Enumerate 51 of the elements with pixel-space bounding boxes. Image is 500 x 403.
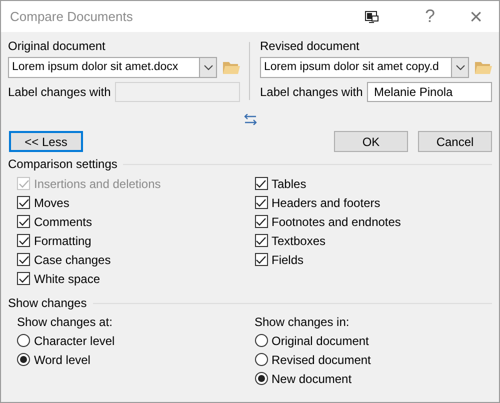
close-button[interactable]: × bbox=[453, 1, 499, 32]
window-title: Compare Documents bbox=[10, 9, 134, 24]
group-subheading: Show changes in: bbox=[254, 314, 350, 331]
dialog-button[interactable]: OK bbox=[334, 131, 408, 152]
dialog-button[interactable]: Cancel bbox=[418, 131, 492, 152]
radio-label[interactable]: New document bbox=[272, 372, 352, 386]
help-button[interactable]: ? bbox=[407, 1, 453, 32]
document-dropdown[interactable]: Lorem ipsum dolor sit amet copy.d bbox=[260, 57, 469, 78]
group-subheading: Show changes at: bbox=[17, 314, 114, 331]
label-input-field[interactable] bbox=[115, 82, 240, 102]
checkbox[interactable] bbox=[17, 196, 30, 209]
checkbox[interactable] bbox=[17, 234, 30, 247]
checkbox-label[interactable]: Comments bbox=[34, 214, 92, 228]
radio-label[interactable]: Revised document bbox=[272, 352, 371, 366]
radio-button[interactable] bbox=[17, 353, 30, 366]
checkbox[interactable] bbox=[17, 253, 30, 266]
section-heading: Revised document bbox=[260, 38, 360, 54]
document-dropdown[interactable]: Lorem ipsum dolor sit amet.docx bbox=[8, 57, 217, 78]
checkbox-label[interactable]: White space bbox=[34, 272, 100, 286]
checkbox[interactable] bbox=[254, 234, 268, 247]
radio-label[interactable]: Character level bbox=[34, 334, 115, 348]
checkbox-label[interactable]: Formatting bbox=[34, 234, 92, 248]
chevron-down-icon[interactable] bbox=[451, 58, 468, 77]
field-label: Label changes with bbox=[260, 85, 363, 99]
checkbox-label[interactable]: Fields bbox=[272, 252, 304, 266]
group-title: Show changes bbox=[8, 296, 87, 310]
radio-button[interactable] bbox=[17, 334, 30, 347]
checkbox[interactable] bbox=[254, 253, 268, 266]
checkbox-label[interactable]: Tables bbox=[272, 176, 306, 190]
swap-icon[interactable] bbox=[244, 114, 256, 125]
section-heading: Original document bbox=[8, 38, 106, 54]
checkbox-label[interactable]: Footnotes and endnotes bbox=[272, 214, 401, 228]
checkbox[interactable] bbox=[254, 177, 268, 190]
group-title: Comparison settings bbox=[8, 157, 118, 171]
checkbox[interactable] bbox=[254, 215, 268, 228]
checkbox-label[interactable]: Textboxes bbox=[272, 234, 326, 248]
checkbox[interactable] bbox=[17, 215, 30, 228]
chevron-down-icon[interactable] bbox=[199, 58, 216, 77]
label-input-field[interactable]: Melanie Pinola bbox=[367, 82, 492, 102]
checkbox-label[interactable]: Case changes bbox=[34, 252, 111, 266]
field-label: Label changes with bbox=[8, 85, 111, 99]
radio-button[interactable] bbox=[254, 372, 268, 385]
checkbox-label[interactable]: Moves bbox=[34, 196, 70, 210]
radio-button[interactable] bbox=[254, 334, 268, 347]
checkbox[interactable] bbox=[254, 196, 268, 209]
checkbox-label[interactable]: Headers and footers bbox=[272, 196, 380, 210]
radio-button[interactable] bbox=[254, 353, 268, 366]
radio-label[interactable]: Word level bbox=[34, 352, 90, 366]
checkbox[interactable] bbox=[17, 272, 30, 285]
radio-label[interactable]: Original document bbox=[272, 334, 369, 348]
less-button[interactable]: << Less bbox=[9, 131, 83, 152]
